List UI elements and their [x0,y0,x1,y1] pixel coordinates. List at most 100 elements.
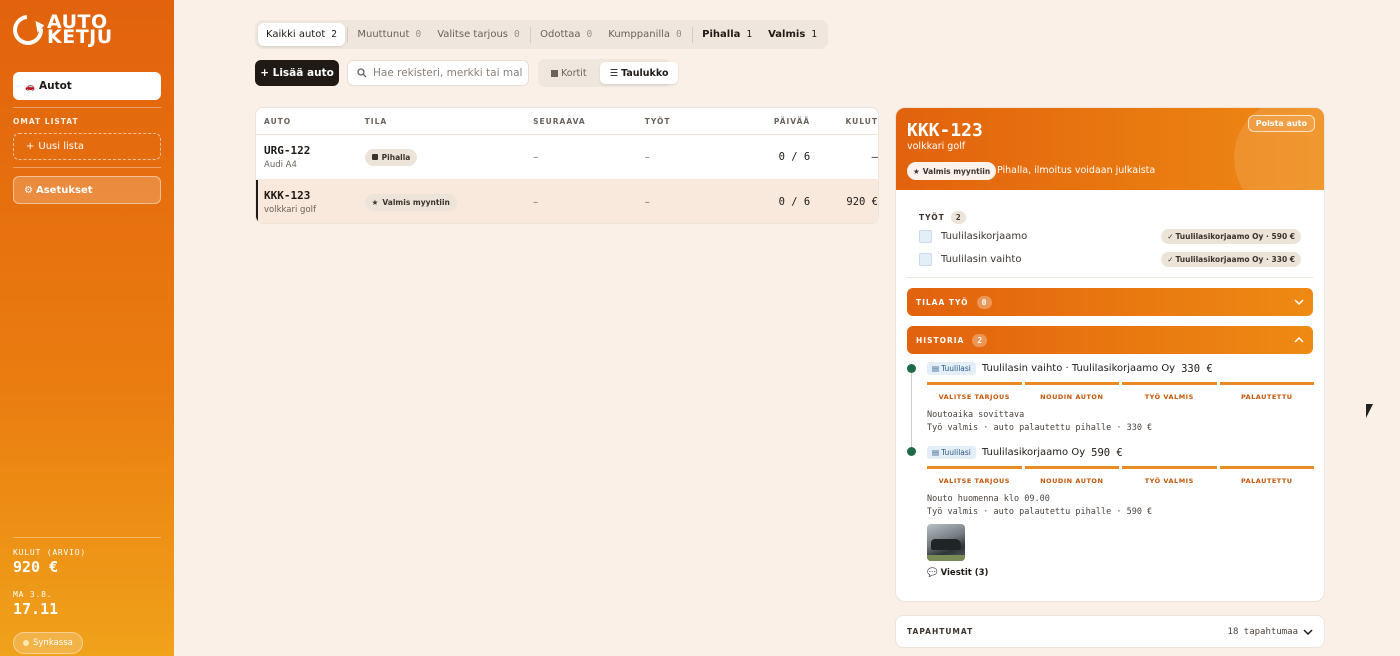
step-palautettu: PALAUTETTU [1219,382,1314,401]
row-next: – [533,196,539,208]
plus-icon: + [26,141,35,152]
document-icon [919,230,932,243]
sync-status[interactable]: Synkassa [13,632,83,654]
order-work-accordion[interactable]: TILAA TYÖ 0 [907,288,1313,316]
list-icon: ☰ [609,67,619,79]
history-item-header[interactable]: ▤ Tuulilasi Tuulilasin vaihto · Tuulilasi… [927,362,1213,375]
divider [13,167,161,168]
filter-bar: Kaikki autot 2 Muuttunut 0 Valitse tarjous… [255,20,828,49]
row-model: Audi A4 [264,160,297,170]
filter-tab-kaikki-autot[interactable]: Kaikki autot 2 [258,23,345,46]
history-note: Työ valmis · auto palautettu pihalle · 3… [927,423,1153,433]
row-model: volkkari golf [264,205,317,215]
detail-plate: KKK-123 [907,120,983,141]
row-days: 0 / 6 [778,196,811,208]
column-header-tila[interactable]: TILA [365,117,533,126]
chevron-up-icon [1294,337,1304,343]
table-row[interactable]: KKK-123 volkkari golf ★ Valmis myyntiin … [256,180,878,223]
events-count: 18 tapahtumaa [1227,626,1298,637]
filter-tab-valitse-tarjous[interactable]: Valitse tarjous 0 [429,23,528,46]
filter-tab-kumppanilla[interactable]: Kumppanilla 0 [600,23,690,46]
jobs-section-label: TYÖT 2 [919,211,966,224]
timeline-dot [907,364,916,373]
add-car-button[interactable]: + Lisää auto [255,60,339,86]
history-item-header[interactable]: ▤ Tuulilasi Tuulilasikorjaamo Oy 590 € [927,446,1123,459]
filter-tab-odottaa[interactable]: Odottaa 0 [532,23,600,46]
table-row[interactable]: URG-122 Audi A4 Pihalla – – 0 / 6 — [256,135,878,180]
status-badge: Pihalla [364,148,418,166]
sync-label: Synkassa [33,638,73,648]
timeline-dot [907,447,916,456]
history-price: 590 € [1091,446,1123,459]
logo-ring-icon [6,8,50,52]
job-provider-chip: ✓ Tuulilasikorjaamo Oy · 590 € [1161,229,1301,244]
search-box[interactable] [347,60,529,86]
history-price: 330 € [1181,362,1213,375]
star-icon: ★ [371,197,379,207]
status-badge[interactable]: ★ Valmis myyntiin [907,162,997,180]
settings-button[interactable]: ⚙ Asetukset [13,176,161,204]
progress-steps: VALITSE TARJOUS NOUDIN AUTON TYÖ VALMIS … [927,382,1314,401]
logo[interactable]: AUTO KETJU [6,8,113,52]
history-note: Nouto huomenna klo 09.00 [927,494,1050,504]
history-accordion[interactable]: HISTORIA 2 [907,326,1313,354]
filter-tab-valmis[interactable]: Valmis 1 [760,23,825,46]
column-header-seuraava[interactable]: SEURAAVA [533,117,645,126]
view-table-button[interactable]: ☰ Taulukko [599,62,679,84]
time-value: 17.11 [13,600,59,618]
job-item[interactable]: Tuulilasikorjaamo ✓ Tuulilasikorjaamo Oy … [919,229,1301,244]
detail-model: volkkari golf [907,141,966,152]
car-photo-thumbnail[interactable] [927,524,965,561]
costs-label: KULUT (ARVIO) [13,548,87,557]
category-tag: ▤ Tuulilasi [927,446,976,459]
cars-table: AUTO TILA SEURAAVA TYÖT PÄIVÄÄ KULUT URG… [255,107,879,224]
column-header-paivaa[interactable]: PÄIVÄÄ [725,117,811,126]
history-count: 2 [972,333,988,347]
view-cards-button[interactable]: Kortit [541,62,597,84]
mouse-cursor-icon [1366,404,1373,418]
date-label: MA 3.8. [13,590,53,599]
chevron-down-icon [1294,299,1304,305]
category-tag: ▤ Tuulilasi [927,362,976,375]
history-title: Tuulilasikorjaamo Oy [981,447,1086,458]
star-icon: ★ [913,166,920,176]
square-icon [371,154,378,160]
job-provider-chip: ✓ Tuulilasikorjaamo Oy · 330 € [1161,252,1301,267]
search-input[interactable] [373,67,523,79]
messages-link[interactable]: 💬 Viestit (3) [927,568,988,578]
step-noudin-auton: NOUDIN AUTON [1024,466,1119,485]
filter-tab-pihalla[interactable]: Pihalla 1 [694,23,760,46]
step-valitse-tarjous: VALITSE TARJOUS [927,382,1022,401]
check-icon: ✓ [1167,255,1174,264]
new-list-label: Uusi lista [38,141,85,152]
nav-autot-label: Autot [38,80,72,92]
car-icon: 🚗 [25,81,35,91]
job-item[interactable]: Tuulilasin vaihto ✓ Tuulilasikorjaamo Oy … [919,252,1301,267]
column-header-auto[interactable]: AUTO [256,117,365,126]
divider [13,107,161,108]
events-label: TAPAHTUMAT [907,627,974,636]
detail-status-text: Pihalla, ilmoitus voidaan julkaista [997,165,1156,176]
nav-autot[interactable]: 🚗 Autot [13,72,161,100]
divider [13,537,161,538]
detail-header: KKK-123 volkkari golf ★ Valmis myyntiin … [896,108,1324,190]
row-plate: URG-122 [264,144,311,157]
filter-tab-muuttunut[interactable]: Muuttunut 0 [349,23,429,46]
sidebar: AUTO KETJU 🚗 Autot OMAT LISTAT + Uusi li… [0,0,174,656]
check-icon: ✓ [1167,232,1174,241]
row-next: – [533,151,539,163]
document-icon [919,253,932,266]
row-jobs: – [644,151,650,163]
timeline-line [911,370,912,455]
step-tyo-valmis: TYÖ VALMIS [1122,382,1217,401]
history-title: Tuulilasin vaihto · Tuulilasikorjaamo Oy [981,363,1176,374]
row-costs: — [871,151,878,163]
delete-car-button[interactable]: Poista auto [1247,115,1315,132]
new-list-button[interactable]: + Uusi lista [13,133,161,160]
costs-value: 920 € [13,558,59,576]
column-header-kulut[interactable]: KULUT [810,117,878,126]
settings-label: Asetukset [35,184,93,196]
column-header-tyot[interactable]: TYÖT [645,117,725,126]
progress-steps: VALITSE TARJOUS NOUDIN AUTON TYÖ VALMIS … [927,466,1314,485]
events-accordion[interactable]: TAPAHTUMAT 18 tapahtumaa [895,615,1325,648]
